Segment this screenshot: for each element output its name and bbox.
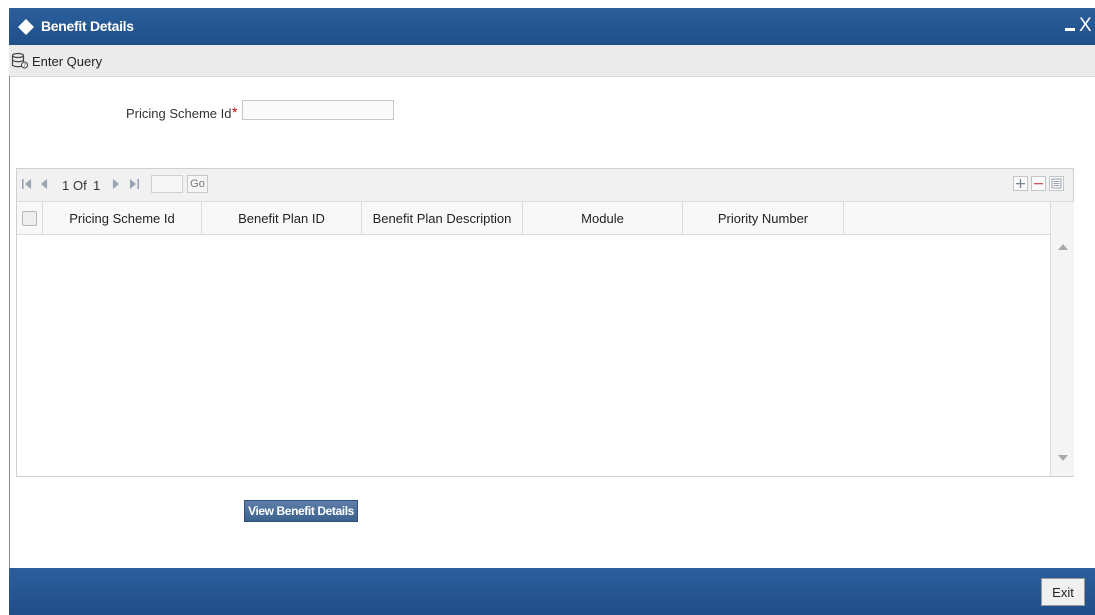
column-header-benefit-plan-id[interactable]: Benefit Plan ID <box>202 202 362 234</box>
go-button[interactable]: Go <box>187 175 208 193</box>
last-page-icon[interactable] <box>127 177 141 191</box>
pager-current-page: 1 <box>62 178 70 193</box>
pricing-scheme-id-label: Pricing Scheme Id <box>126 106 232 121</box>
delete-row-icon <box>1034 183 1043 185</box>
grid-header: Pricing Scheme Id Benefit Plan ID Benefi… <box>17 202 1050 235</box>
required-marker: * <box>232 104 238 120</box>
add-row-icon <box>1016 179 1025 188</box>
toolbar: ? Enter Query <box>9 45 1095 77</box>
select-all-cell <box>17 202 43 234</box>
select-all-checkbox[interactable] <box>22 210 37 226</box>
grid-vertical-scrollbar[interactable] <box>1050 202 1074 476</box>
footer-bar: Exit <box>9 568 1095 615</box>
benefit-details-window: Benefit Details X ? Enter Query Pricing … <box>0 0 1095 615</box>
exit-button[interactable]: Exit <box>1041 578 1085 606</box>
pager-total-pages: 1 <box>93 178 101 193</box>
diamond-icon <box>18 19 34 35</box>
delete-row-button[interactable] <box>1031 176 1046 191</box>
column-header-module[interactable]: Module <box>523 202 683 234</box>
pager-of-label: Of <box>73 178 87 193</box>
column-header-pricing-scheme-id[interactable]: Pricing Scheme Id <box>43 202 202 234</box>
add-row-button[interactable] <box>1013 176 1028 191</box>
scroll-down-arrow-icon[interactable] <box>1058 455 1068 461</box>
scroll-up-arrow-icon[interactable] <box>1058 244 1068 250</box>
grid-body <box>17 235 1050 476</box>
minimize-button[interactable] <box>1065 28 1075 31</box>
prev-page-icon[interactable] <box>37 177 51 191</box>
close-button[interactable]: X <box>1079 16 1092 35</box>
pager-page-input[interactable] <box>151 175 183 193</box>
enter-query-label: Enter Query <box>32 53 103 69</box>
view-benefit-details-button[interactable]: View Benefit Details <box>244 500 358 522</box>
single-view-icon <box>1051 178 1062 189</box>
benefit-grid: 1 Of 1 Go Pricing Scheme Id Benefit Plan… <box>16 168 1074 477</box>
column-header-filler <box>844 202 1050 234</box>
single-view-button[interactable] <box>1049 176 1064 191</box>
first-page-icon[interactable] <box>20 177 34 191</box>
svg-text:?: ? <box>23 63 26 69</box>
column-header-priority-number[interactable]: Priority Number <box>683 202 844 234</box>
title-bar: Benefit Details X <box>9 8 1095 45</box>
pricing-scheme-id-input[interactable] <box>242 100 394 120</box>
enter-query-button[interactable]: ? Enter Query <box>11 51 102 71</box>
next-page-icon[interactable] <box>109 177 123 191</box>
enter-query-icon: ? <box>11 52 29 69</box>
column-header-benefit-plan-description[interactable]: Benefit Plan Description <box>362 202 523 234</box>
window-left-border <box>9 76 10 568</box>
grid-pager: 1 Of 1 Go <box>17 169 1073 202</box>
window-title: Benefit Details <box>41 18 134 34</box>
